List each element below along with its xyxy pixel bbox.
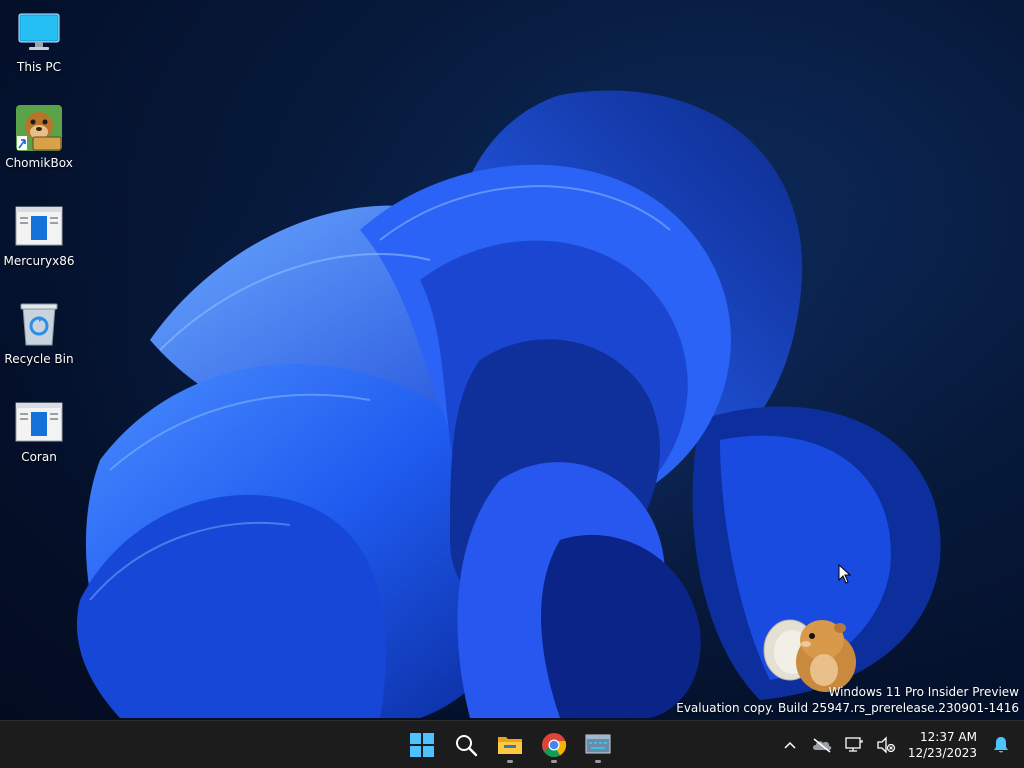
monitor-icon — [15, 8, 63, 56]
search-button[interactable] — [446, 725, 486, 765]
notification-bell-icon — [994, 736, 1008, 752]
desktop-icon-recycle-bin[interactable]: Recycle Bin — [4, 300, 74, 366]
desktop-icon-label: ChomikBox — [5, 156, 73, 170]
clock-time: 12:37 AM — [920, 729, 977, 744]
taskbar-clock[interactable]: 12:37 AM 12/23/2023 — [902, 729, 985, 761]
windows-watermark: Windows 11 Pro Insider Preview Evaluatio… — [676, 684, 1019, 716]
mouse-cursor-icon — [838, 564, 852, 584]
app-window-icon — [15, 202, 63, 250]
volume-button[interactable] — [870, 725, 902, 765]
running-indicator — [595, 759, 601, 763]
desktop-icon-label: Coran — [21, 450, 57, 464]
desktop-icon-mercuryx86[interactable]: Mercuryx86 — [3, 202, 75, 268]
watermark-edition: Windows 11 Pro Insider Preview — [828, 685, 1019, 699]
chrome-icon — [542, 732, 567, 757]
taskbar-pinned-apps — [402, 721, 618, 768]
onedrive-offline-icon — [812, 737, 832, 753]
keyboard-window-icon — [585, 734, 611, 753]
file-explorer-button[interactable] — [490, 725, 530, 765]
chevron-up-icon — [784, 741, 796, 749]
start-button[interactable] — [402, 725, 442, 765]
show-hidden-icons-button[interactable] — [774, 725, 806, 765]
app-window-icon — [15, 398, 63, 446]
watermark-build: Evaluation copy. Build 25947.rs_prerelea… — [676, 701, 1019, 715]
chomikbox-icon — [15, 104, 63, 152]
hamster-desktop-pet[interactable] — [760, 610, 865, 695]
desktop-icon-label: Recycle Bin — [4, 352, 74, 366]
onedrive-button[interactable] — [806, 725, 838, 765]
network-button[interactable] — [838, 725, 870, 765]
desktop-icon-this-pc[interactable]: This PC — [4, 8, 74, 74]
running-indicator — [551, 759, 557, 763]
network-icon — [845, 736, 863, 752]
desktop-icon-label: Mercuryx86 — [3, 254, 75, 268]
recycle-bin-icon — [15, 300, 63, 348]
windows-logo-icon — [410, 732, 434, 757]
desktop: This PC ChomikBox Mercuryx86 Recycle Bin… — [0, 0, 1024, 720]
notifications-button[interactable] — [985, 725, 1024, 765]
desktop-icon-chomikbox[interactable]: ChomikBox — [4, 104, 74, 170]
desktop-icon-label: This PC — [17, 60, 61, 74]
chrome-button[interactable] — [534, 725, 574, 765]
clock-date: 12/23/2023 — [907, 745, 977, 760]
app-button[interactable] — [578, 725, 618, 765]
taskbar: 12:37 AM 12/23/2023 — [0, 720, 1024, 768]
volume-muted-icon — [877, 735, 895, 754]
search-icon — [456, 734, 478, 756]
folder-icon — [498, 736, 522, 754]
running-indicator — [507, 759, 513, 763]
wallpaper-bloom — [40, 90, 1000, 720]
system-tray: 12:37 AM 12/23/2023 — [774, 721, 1024, 768]
desktop-icon-coran[interactable]: Coran — [4, 398, 74, 464]
